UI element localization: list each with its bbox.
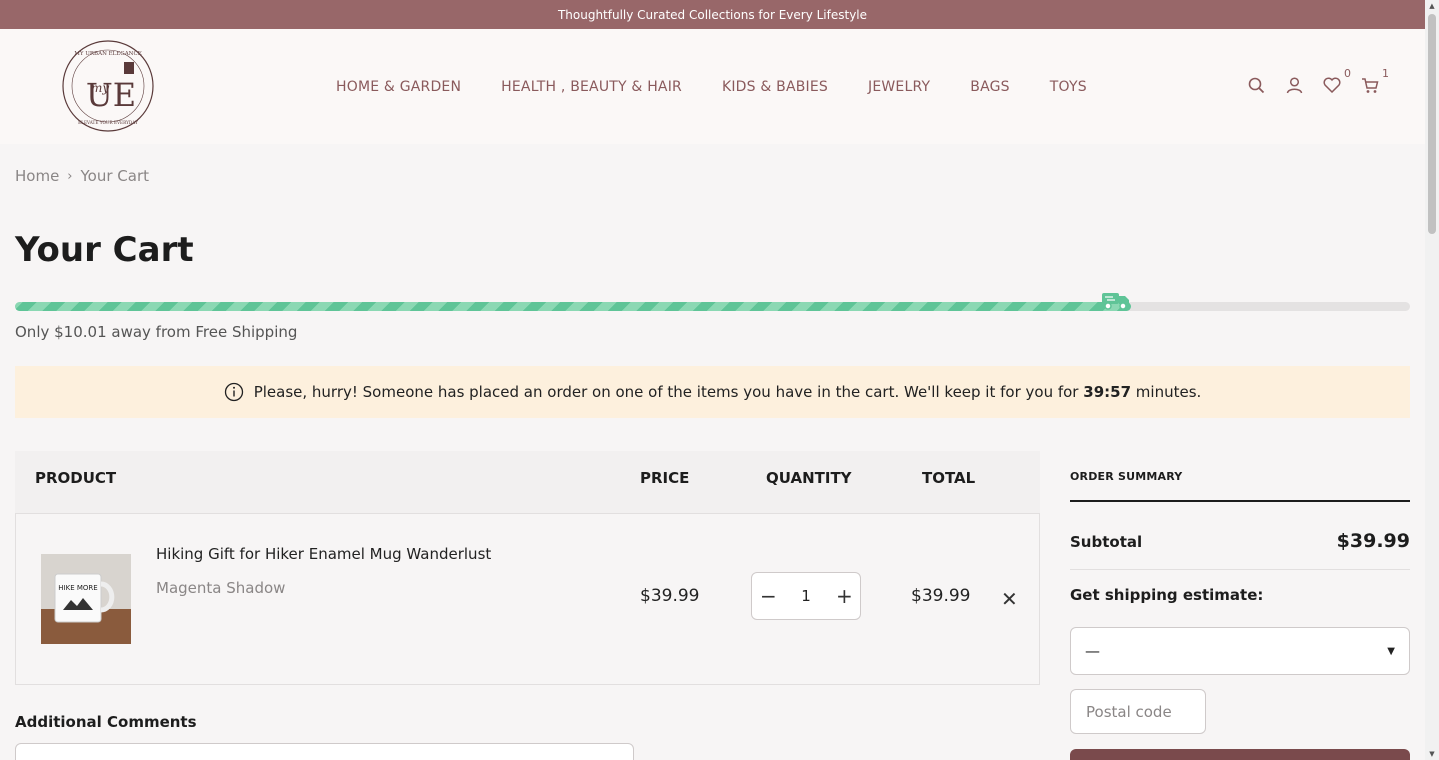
cart-button[interactable]: 1 (1360, 67, 1389, 95)
summary-divider (1070, 500, 1410, 502)
chevron-right-icon: › (67, 168, 73, 184)
scroll-down-icon[interactable]: ▼ (1428, 750, 1436, 758)
hurry-notice: Please, hurry! Someone has placed an ord… (15, 366, 1410, 418)
calculate-shipping-button[interactable] (1070, 749, 1410, 760)
nav-toys[interactable]: TOYS (1050, 79, 1087, 95)
item-total: $39.99 (911, 586, 971, 606)
shipping-estimate-label: Get shipping estimate: (1070, 586, 1264, 604)
wishlist-count: 0 (1344, 67, 1351, 80)
main-nav: HOME & GARDEN HEALTH , BEAUTY & HAIR KID… (336, 79, 1087, 95)
user-icon[interactable] (1284, 75, 1304, 95)
product-image[interactable]: HIKE MORE (41, 554, 131, 644)
free-shipping-message: Only $10.01 away from Free Shipping (15, 323, 298, 341)
comments-label: Additional Comments (15, 713, 197, 731)
wishlist-button[interactable]: 0 (1322, 67, 1351, 95)
header-product: PRODUCT (35, 469, 117, 487)
header-price: PRICE (640, 469, 690, 487)
hurry-text: Please, hurry! Someone has placed an ord… (254, 383, 1202, 401)
logo-text-bottom: ELEVATE YOUR EVERYDAY (78, 120, 138, 125)
subtotal-label: Subtotal (1070, 533, 1143, 551)
product-name[interactable]: Hiking Gift for Hiker Enamel Mug Wanderl… (156, 545, 491, 563)
breadcrumb-home[interactable]: Home (15, 167, 59, 185)
info-icon (224, 382, 243, 402)
product-variant: Magenta Shadow (156, 579, 286, 597)
cart-item-row: HIKE MORE Hiking Gift for Hiker Enamel M… (15, 513, 1040, 685)
item-price: $39.99 (640, 586, 700, 606)
free-shipping-progress (15, 293, 1410, 311)
subtotal-value: $39.99 (1336, 530, 1410, 552)
remove-item-button[interactable]: ✕ (1001, 587, 1018, 611)
increase-quantity-button[interactable]: + (836, 584, 853, 608)
scroll-thumb[interactable] (1428, 14, 1436, 234)
scrollbar[interactable]: ▲ ▼ (1425, 0, 1439, 760)
postal-code-input[interactable]: Postal code (1070, 689, 1206, 734)
breadcrumb-current: Your Cart (80, 167, 150, 185)
header-quantity: QUANTITY (766, 469, 852, 487)
nav-kids-babies[interactable]: KIDS & BABIES (722, 79, 828, 95)
subtotal-divider (1070, 569, 1410, 570)
hurry-timer: 39:57 (1083, 383, 1132, 401)
page-title: Your Cart (15, 230, 194, 270)
truck-icon (1101, 289, 1131, 311)
header-icons: 0 1 (1246, 67, 1389, 95)
quantity-value[interactable]: 1 (801, 587, 811, 605)
decrease-quantity-button[interactable]: − (760, 584, 777, 608)
cart-count: 1 (1382, 67, 1389, 80)
breadcrumb: Home › Your Cart (15, 167, 149, 185)
heart-icon (1323, 77, 1341, 93)
announcement-bar: Thoughtfully Curated Collections for Eve… (0, 0, 1425, 29)
scroll-up-icon[interactable]: ▲ (1428, 2, 1436, 10)
header-total: TOTAL (922, 469, 976, 487)
country-select[interactable]: — ▼ (1070, 627, 1410, 675)
logo-text-top: MY URBAN ELEGANCE (74, 51, 141, 57)
logo[interactable]: MY URBAN ELEGANCE my UE ELEVATE YOUR EVE… (61, 40, 155, 132)
nav-bags[interactable]: BAGS (970, 79, 1009, 95)
comments-input[interactable] (15, 743, 634, 760)
nav-jewelry[interactable]: JEWELRY (868, 79, 930, 95)
quantity-stepper: − 1 + (751, 572, 861, 620)
cart-table-header: PRODUCT PRICE QUANTITY TOTAL (15, 451, 1040, 513)
nav-health-beauty-hair[interactable]: HEALTH , BEAUTY & HAIR (501, 79, 682, 95)
mug-text: HIKE MORE (58, 584, 97, 592)
close-icon: ✕ (1001, 587, 1018, 611)
logo-mark: UE (86, 76, 136, 114)
search-icon[interactable] (1246, 75, 1266, 95)
country-select-value: — (1085, 642, 1100, 660)
postal-code-placeholder: Postal code (1086, 702, 1172, 721)
nav-home-garden[interactable]: HOME & GARDEN (336, 79, 461, 95)
progress-fill (15, 302, 1131, 311)
hurry-text-before: Please, hurry! Someone has placed an ord… (253, 383, 1079, 401)
caret-down-icon: ▼ (1387, 645, 1395, 657)
announcement-text: Thoughtfully Curated Collections for Eve… (557, 7, 868, 22)
cart-icon (1362, 77, 1379, 93)
order-summary-title: ORDER SUMMARY (1070, 470, 1183, 483)
hurry-text-after: minutes. (1135, 383, 1202, 401)
site-header: MY URBAN ELEGANCE my UE ELEVATE YOUR EVE… (0, 29, 1425, 144)
